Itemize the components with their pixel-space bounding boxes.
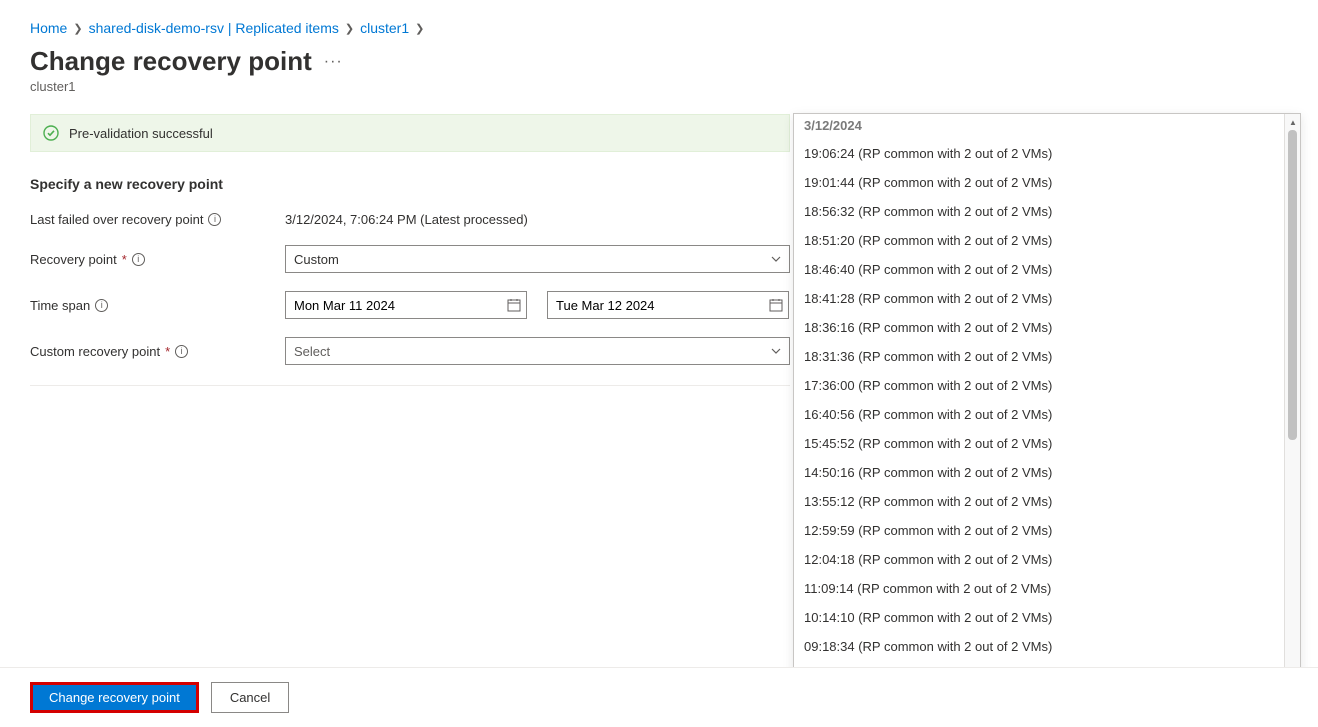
required-indicator: * xyxy=(165,344,170,359)
dropdown-item[interactable]: 13:55:12 (RP common with 2 out of 2 VMs) xyxy=(794,487,1284,516)
chevron-right-icon: ❯ xyxy=(345,22,354,35)
custom-recovery-point-select-value: Select xyxy=(294,344,330,359)
required-indicator: * xyxy=(122,252,127,267)
breadcrumb-rsv[interactable]: shared-disk-demo-rsv | Replicated items xyxy=(89,20,339,36)
scroll-up-icon[interactable]: ▲ xyxy=(1285,114,1301,130)
dropdown-item[interactable]: 12:59:59 (RP common with 2 out of 2 VMs) xyxy=(794,516,1284,545)
change-recovery-point-button[interactable]: Change recovery point xyxy=(30,682,199,713)
dropdown-item[interactable]: 18:41:28 (RP common with 2 out of 2 VMs) xyxy=(794,284,1284,313)
dropdown-item[interactable]: 15:45:52 (RP common with 2 out of 2 VMs) xyxy=(794,429,1284,458)
calendar-icon[interactable] xyxy=(769,298,783,312)
dropdown-item[interactable]: 09:18:34 (RP common with 2 out of 2 VMs) xyxy=(794,632,1284,661)
custom-recovery-point-select[interactable]: Select xyxy=(285,337,790,365)
dropdown-item[interactable]: 18:51:20 (RP common with 2 out of 2 VMs) xyxy=(794,226,1284,255)
label-custom-recovery-point: Custom recovery point xyxy=(30,344,160,359)
page-subtitle: cluster1 xyxy=(30,79,1288,94)
label-time-span: Time span xyxy=(30,298,90,313)
dropdown-item[interactable]: 19:06:24 (RP common with 2 out of 2 VMs) xyxy=(794,139,1284,168)
dropdown-item[interactable]: 19:01:44 (RP common with 2 out of 2 VMs) xyxy=(794,168,1284,197)
time-span-end-input[interactable] xyxy=(547,291,789,319)
cancel-button[interactable]: Cancel xyxy=(211,682,289,713)
breadcrumb-cluster[interactable]: cluster1 xyxy=(360,20,409,36)
validation-alert: Pre-validation successful xyxy=(30,114,790,152)
calendar-icon[interactable] xyxy=(507,298,521,312)
alert-text: Pre-validation successful xyxy=(69,126,213,141)
chevron-right-icon: ❯ xyxy=(415,22,424,35)
label-recovery-point: Recovery point xyxy=(30,252,117,267)
dropdown-item[interactable]: 16:40:56 (RP common with 2 out of 2 VMs) xyxy=(794,400,1284,429)
info-icon[interactable]: i xyxy=(175,345,188,358)
recovery-point-select[interactable]: Custom xyxy=(285,245,790,273)
dropdown-item[interactable]: 18:46:40 (RP common with 2 out of 2 VMs) xyxy=(794,255,1284,284)
chevron-right-icon: ❯ xyxy=(73,22,82,35)
dropdown-scrollbar[interactable]: ▲ ▼ xyxy=(1284,114,1300,710)
recovery-point-select-value: Custom xyxy=(294,252,339,267)
dropdown-item[interactable]: 18:56:32 (RP common with 2 out of 2 VMs) xyxy=(794,197,1284,226)
footer: Change recovery point Cancel xyxy=(0,667,1318,727)
info-icon[interactable]: i xyxy=(208,213,221,226)
more-actions-button[interactable]: ··· xyxy=(324,53,343,71)
recovery-point-dropdown: 3/12/2024 19:06:24 (RP common with 2 out… xyxy=(793,113,1301,711)
label-last-failed: Last failed over recovery point xyxy=(30,212,203,227)
dropdown-item[interactable]: 10:14:10 (RP common with 2 out of 2 VMs) xyxy=(794,603,1284,632)
divider xyxy=(30,385,790,386)
dropdown-item[interactable]: 18:31:36 (RP common with 2 out of 2 VMs) xyxy=(794,342,1284,371)
value-last-failed: 3/12/2024, 7:06:24 PM (Latest processed) xyxy=(285,212,790,227)
dropdown-item[interactable]: 18:36:16 (RP common with 2 out of 2 VMs) xyxy=(794,313,1284,342)
scrollbar-thumb[interactable] xyxy=(1288,130,1297,440)
dropdown-item[interactable]: 14:50:16 (RP common with 2 out of 2 VMs) xyxy=(794,458,1284,487)
breadcrumb: Home ❯ shared-disk-demo-rsv | Replicated… xyxy=(30,20,1288,36)
dropdown-item[interactable]: 12:04:18 (RP common with 2 out of 2 VMs) xyxy=(794,545,1284,574)
dropdown-item[interactable]: 17:36:00 (RP common with 2 out of 2 VMs) xyxy=(794,371,1284,400)
page-title: Change recovery point xyxy=(30,46,312,77)
dropdown-date-header: 3/12/2024 xyxy=(794,116,1284,139)
time-span-start-input[interactable] xyxy=(285,291,527,319)
info-icon[interactable]: i xyxy=(95,299,108,312)
success-check-icon xyxy=(43,125,59,141)
breadcrumb-home[interactable]: Home xyxy=(30,20,67,36)
dropdown-item[interactable]: 11:09:14 (RP common with 2 out of 2 VMs) xyxy=(794,574,1284,603)
info-icon[interactable]: i xyxy=(132,253,145,266)
